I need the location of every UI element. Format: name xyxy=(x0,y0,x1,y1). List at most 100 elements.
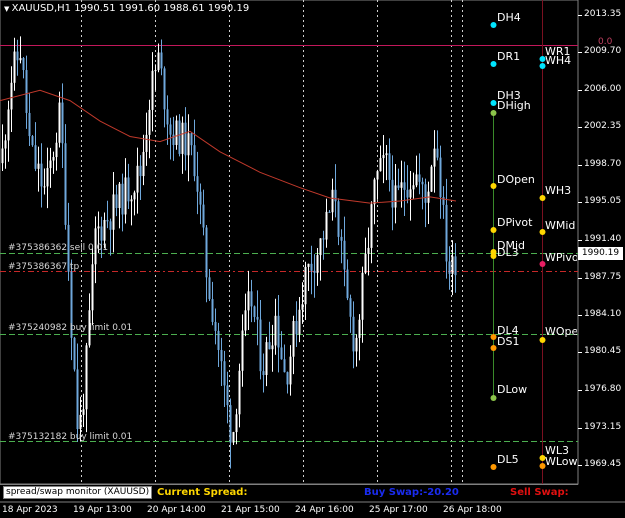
candle-body xyxy=(337,201,340,237)
candle-body xyxy=(211,299,214,322)
candle-body xyxy=(43,186,46,188)
candle-body xyxy=(292,321,295,357)
pivot-label-dh4: DH4 xyxy=(497,11,521,24)
candle-body xyxy=(355,337,358,352)
candle-body xyxy=(421,181,424,185)
candle-body xyxy=(253,306,256,317)
pivot-label-wpivot: WPivot xyxy=(545,251,577,264)
daily-pivot-marker xyxy=(490,61,497,67)
candle-body xyxy=(4,140,7,149)
pivot-label-wh3: WH3 xyxy=(545,184,572,197)
daily-pivot-marker xyxy=(490,464,497,470)
candle-body xyxy=(241,330,244,371)
candle-body xyxy=(235,414,238,433)
candle-body xyxy=(214,321,217,331)
candle-body xyxy=(286,372,289,385)
candle-body xyxy=(391,179,394,208)
candle-body xyxy=(334,189,337,202)
candle-body xyxy=(58,102,61,143)
symbol-name: XAUUSD,H1 xyxy=(11,3,72,14)
candle-body xyxy=(430,166,433,192)
candle-body xyxy=(103,219,106,241)
candle-body xyxy=(196,176,199,192)
pivot-label-wmid: WMid xyxy=(545,219,576,232)
candle-body xyxy=(298,309,301,335)
candle-body xyxy=(112,194,115,230)
candle-body xyxy=(397,185,400,188)
candle-body xyxy=(280,347,283,360)
candle-body xyxy=(61,102,64,144)
candle-body xyxy=(46,168,49,187)
candle-body xyxy=(154,70,157,72)
candle-body xyxy=(394,185,397,208)
price-tick: 2013.35 xyxy=(584,9,622,19)
candle-body xyxy=(172,134,175,145)
weekly-pivot-labels: WR1 WH4 WH3 WMid WPivot WOpen WL3 WLow xyxy=(540,0,577,484)
candle-body xyxy=(160,52,163,69)
candle-body xyxy=(136,165,139,193)
candle-body xyxy=(331,189,334,213)
price-tick: 1980.45 xyxy=(584,346,622,356)
price-tick: 2006.00 xyxy=(584,84,622,94)
candle-body xyxy=(328,211,331,213)
sell-swap-label: Sell Swap: xyxy=(510,487,569,498)
price-tick: 2002.35 xyxy=(584,121,622,131)
candle-body xyxy=(346,269,349,299)
candle-body xyxy=(217,330,220,350)
candle-body xyxy=(361,272,364,320)
candle-body xyxy=(163,68,166,110)
chart-window[interactable]: ▼ XAUUSD,H1 1990.51 1991.60 1988.61 1990… xyxy=(0,0,625,518)
buy-swap-label: Buy Swap:-20.20 xyxy=(364,487,459,498)
pivot-label-dpivot: DPivot xyxy=(497,216,533,229)
candle-body xyxy=(316,255,319,273)
candle-body xyxy=(79,414,82,430)
pivot-label-dopen: DOpen xyxy=(497,173,535,186)
candle-body xyxy=(31,136,34,146)
swap-monitor-title[interactable]: spread/swap monitor (XAUUSD) xyxy=(3,486,153,499)
candle-body xyxy=(301,304,304,310)
price-tick: 1976.80 xyxy=(584,384,622,394)
candle-body xyxy=(169,124,172,135)
candle-body xyxy=(76,369,79,430)
candle-body xyxy=(295,321,298,335)
candle-body xyxy=(382,155,385,159)
candle-body xyxy=(127,177,130,202)
candle-body xyxy=(49,160,52,169)
candle-body xyxy=(313,270,316,273)
price-tick: 1991.40 xyxy=(584,234,622,244)
candle-body xyxy=(415,174,418,186)
candle-body xyxy=(406,189,409,198)
candle-body xyxy=(370,204,373,248)
candle-body xyxy=(139,165,142,177)
time-tick: 26 Apr 18:00 xyxy=(443,505,502,515)
pivot-label-wlow: WLow xyxy=(545,455,577,468)
time-tick: 18 Apr 2023 xyxy=(2,505,58,515)
candle-body xyxy=(349,298,352,317)
candle-body xyxy=(199,191,202,205)
time-tick: 21 Apr 15:00 xyxy=(221,505,280,515)
time-tick: 19 Apr 13:00 xyxy=(73,505,132,515)
candle-body xyxy=(247,291,250,311)
pivot-label-dl5: DL5 xyxy=(497,453,519,466)
candle-body xyxy=(319,238,322,256)
candle-body xyxy=(133,192,136,200)
candle-body xyxy=(307,263,310,267)
candle-body xyxy=(28,112,31,137)
candle-body xyxy=(412,185,415,190)
price-tick: 1984.10 xyxy=(584,309,622,319)
order-label-tp: #375386367 tp xyxy=(8,262,80,272)
candle-body xyxy=(223,361,226,386)
price-tick: 1998.70 xyxy=(584,159,622,169)
candle-body xyxy=(277,315,280,348)
candle-body xyxy=(259,319,262,372)
current-price-tag: 1990.19 xyxy=(578,247,623,260)
candle-body xyxy=(304,266,307,305)
candle-body xyxy=(268,342,271,350)
daily-pivot-marker xyxy=(490,334,497,340)
pivot-label-wh4: WH4 xyxy=(545,54,572,67)
candle-body xyxy=(274,315,277,346)
candle-body xyxy=(55,142,58,158)
candle-body xyxy=(232,432,235,443)
time-tick: 20 Apr 14:00 xyxy=(147,505,206,515)
candle-body xyxy=(148,109,151,135)
